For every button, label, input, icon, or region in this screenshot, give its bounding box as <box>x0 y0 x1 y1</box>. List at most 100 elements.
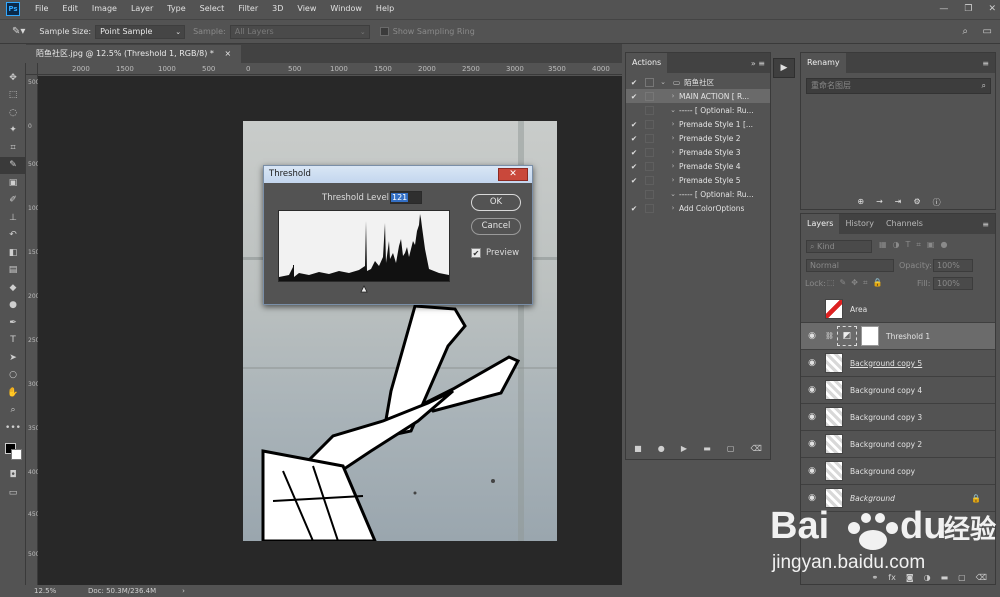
zoom-level[interactable]: 12.5% <box>34 587 74 595</box>
menu-view[interactable]: View <box>290 0 323 18</box>
layer-row[interactable]: Area <box>801 296 995 323</box>
threshold-slider[interactable] <box>278 283 450 293</box>
eyedropper-tool-preset-icon[interactable]: ✎▾ <box>12 26 25 37</box>
pen-tool-icon[interactable]: ✒ <box>0 314 26 332</box>
type-tool-icon[interactable]: T <box>0 332 26 350</box>
stop-icon[interactable]: ■ <box>634 444 642 453</box>
layer-thumbnail[interactable] <box>825 353 843 373</box>
chevron-right-icon[interactable]: › <box>667 176 679 184</box>
action-row[interactable]: ⌄ ----- [ Optional: Ru... <box>626 187 770 201</box>
workspace-icon[interactable]: ▭ <box>983 26 992 37</box>
action-row[interactable]: ✔ › Premade Style 3 <box>626 145 770 159</box>
layer-thumbnail[interactable] <box>825 434 843 454</box>
ok-button[interactable]: OK <box>471 194 521 211</box>
dialog-toggle-box[interactable] <box>645 189 654 199</box>
play-action-button[interactable]: ▶ <box>773 58 795 78</box>
search-icon[interactable]: ⌕ <box>962 26 968 37</box>
action-row[interactable]: ✔ › Premade Style 1 [... <box>626 117 770 131</box>
blend-mode-select[interactable]: Normal <box>806 259 894 272</box>
layer-kind-filter[interactable]: ⌕ Kind <box>806 240 872 253</box>
eyedropper-tool-icon[interactable]: ✎ <box>0 156 26 174</box>
dialog-toggle-box[interactable] <box>645 119 654 129</box>
gear-icon[interactable]: ⚙ <box>913 197 920 211</box>
lock-icons[interactable]: ⬚✎✥⌗🔒 <box>827 278 887 288</box>
hand-tool-icon[interactable]: ✋ <box>0 384 26 402</box>
action-toggle-check[interactable]: ✔ <box>626 162 642 171</box>
action-row[interactable]: ✔ › Premade Style 5 <box>626 173 770 187</box>
tab-layers[interactable]: Layers <box>801 214 840 234</box>
chevron-down-icon[interactable]: ⌄ <box>667 190 679 198</box>
dodge-tool-icon[interactable]: ● <box>0 297 26 315</box>
menu-select[interactable]: Select <box>193 0 232 18</box>
cancel-button[interactable]: Cancel <box>471 218 521 235</box>
shape-tool-icon[interactable]: ○ <box>0 367 26 385</box>
action-row[interactable]: ⌄ ----- [ Optional: Ru... <box>626 103 770 117</box>
panel-menu-icon[interactable]: ≡ <box>982 59 989 68</box>
arrow-right-icon[interactable]: → <box>876 197 883 211</box>
layer-thumbnail[interactable] <box>825 407 843 427</box>
dialog-toggle-box[interactable] <box>645 77 654 87</box>
search-icon[interactable]: ⌕ <box>982 79 986 93</box>
panel-menu-icon[interactable]: ≡ <box>982 220 989 229</box>
action-row[interactable]: ✔ ⌄ ▭ 陌鱼社区 <box>626 75 770 89</box>
crop-tool-icon[interactable]: ⌗ <box>0 139 26 157</box>
chevron-right-icon[interactable]: › <box>667 120 679 128</box>
layer-thumbnail[interactable] <box>825 380 843 400</box>
info-icon[interactable]: ⓘ <box>933 197 941 211</box>
clone-stamp-tool-icon[interactable]: ⊥ <box>0 209 26 227</box>
history-brush-tool-icon[interactable]: ↶ <box>0 227 26 245</box>
magic-wand-tool-icon[interactable]: ✦ <box>0 122 26 140</box>
opacity-input[interactable]: 100% <box>933 259 973 272</box>
more-tools-icon[interactable]: ••• <box>0 419 26 437</box>
panel-menu-icon[interactable]: » ≡ <box>751 59 765 68</box>
layer-mask-thumbnail[interactable] <box>861 326 879 346</box>
preview-checkbox[interactable]: ✔ <box>471 248 481 258</box>
chevron-right-icon[interactable]: › <box>667 148 679 156</box>
move-tool-icon[interactable]: ✥ <box>0 69 26 87</box>
eye-icon[interactable]: ◉ <box>801 439 823 449</box>
menu-layer[interactable]: Layer <box>124 0 160 18</box>
chevron-down-icon[interactable]: ⌄ <box>657 78 669 86</box>
layer-row[interactable]: ◉ Background copy <box>801 458 995 485</box>
chevron-right-icon[interactable]: › <box>182 587 185 595</box>
chevron-right-icon[interactable]: › <box>667 204 679 212</box>
gradient-tool-icon[interactable]: ▤ <box>0 262 26 280</box>
marquee-tool-icon[interactable]: ⬚ <box>0 87 26 105</box>
close-icon[interactable]: ✕ <box>988 0 996 18</box>
action-toggle-check[interactable]: ✔ <box>626 134 642 143</box>
menu-type[interactable]: Type <box>160 0 192 18</box>
quick-mask-icon[interactable]: ◘ <box>0 467 26 485</box>
menu-file[interactable]: File <box>28 0 55 18</box>
play-icon[interactable]: ▶ <box>681 444 687 453</box>
eye-icon[interactable]: ◉ <box>801 412 823 422</box>
dialog-toggle-box[interactable] <box>645 147 654 157</box>
action-toggle-check[interactable]: ✔ <box>626 176 642 185</box>
chevron-right-icon[interactable]: › <box>667 134 679 142</box>
action-toggle-check[interactable]: ✔ <box>626 204 642 213</box>
zoom-tool-icon[interactable]: ⌕ <box>0 402 26 420</box>
dialog-toggle-box[interactable] <box>645 133 654 143</box>
record-icon[interactable]: ● <box>658 444 665 453</box>
minimize-icon[interactable]: — <box>939 0 948 18</box>
eye-icon[interactable]: ◉ <box>801 331 823 341</box>
layer-row[interactable]: ◉ Background copy 3 <box>801 404 995 431</box>
chevron-right-icon[interactable]: › <box>667 92 679 100</box>
menu-3d[interactable]: 3D <box>265 0 290 18</box>
layer-thumbnail[interactable] <box>825 299 843 319</box>
layer-filter-icons[interactable]: ▦◑T⌗▣● <box>879 240 953 250</box>
layer-row[interactable]: ◉ Background copy 5 <box>801 350 995 377</box>
document-tab[interactable]: 陌鱼社区.jpg @ 12.5% (Threshold 1, RGB/8) * … <box>26 45 242 63</box>
healing-brush-tool-icon[interactable]: ▣ <box>0 174 26 192</box>
action-row[interactable]: ✔ › Premade Style 2 <box>626 131 770 145</box>
layer-row[interactable]: ◉ Background copy 4 <box>801 377 995 404</box>
path-selection-tool-icon[interactable]: ➤ <box>0 349 26 367</box>
action-row[interactable]: ✔ › Premade Style 4 <box>626 159 770 173</box>
dialog-toggle-box[interactable] <box>645 105 654 115</box>
action-row[interactable]: ✔ › MAIN ACTION [ R... <box>626 89 770 103</box>
screen-mode-icon[interactable]: ▭ <box>0 484 26 502</box>
action-row[interactable]: ✔ › Add ColorOptions <box>626 201 770 215</box>
rename-search-input[interactable]: 重命名图层 ⌕ <box>806 78 991 94</box>
close-tab-icon[interactable]: × <box>224 49 231 58</box>
action-toggle-check[interactable]: ✔ <box>626 78 642 87</box>
restore-icon[interactable]: ❐ <box>964 0 972 18</box>
